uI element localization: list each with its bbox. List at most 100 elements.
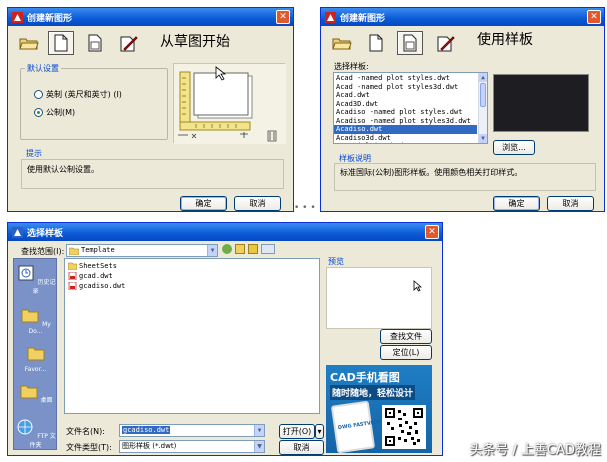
qr-code	[382, 405, 426, 449]
place-my-documents[interactable]: My Do...	[14, 307, 57, 335]
ad-banner[interactable]: CAD手机看图 随时随地，轻松设计 DWG FASTVIEW	[326, 365, 432, 453]
up-folder-icon[interactable]	[235, 244, 245, 254]
lookin-label: 查找范围(I):	[21, 247, 65, 256]
autocad-app-icon	[325, 11, 336, 23]
scroll-down-arrow[interactable]: ▼	[479, 134, 487, 143]
dialog-cancel-button[interactable]: 取消	[279, 440, 324, 455]
wizard-pencil-icon	[120, 36, 138, 52]
open-button[interactable]: 打开(O)	[279, 424, 315, 439]
select-template-dialog: 选择样板 ✕ 查找范围(I): Template ▼ 预览 历史记录 My Do…	[7, 222, 443, 456]
template-list-item[interactable]: Acadiso.dwt	[334, 125, 477, 134]
units-preview	[173, 63, 286, 144]
ok-button[interactable]: 确定	[180, 196, 227, 211]
filename-field[interactable]: gcadiso.dwt ▼	[119, 424, 265, 437]
locate-button[interactable]: 定位(L)	[380, 345, 432, 360]
hint-text: 使用默认公制设置。	[27, 165, 99, 174]
place-favorites[interactable]: Favor...	[14, 345, 57, 373]
documents-folder-icon	[21, 309, 39, 323]
create-drawing-dialog-default: 创建新图形 ✕ 从草图开始 默认设置 英制 (英尺和英寸) (I) 公制(M)	[7, 7, 294, 212]
close-button[interactable]: ✕	[425, 225, 439, 239]
template-list-item[interactable]: Acad -named plot styles3d.dwt	[334, 83, 477, 92]
place-history[interactable]: 历史记录	[14, 265, 57, 295]
radio-metric[interactable]: 公制(M)	[34, 107, 75, 118]
separator-dots: • • •	[294, 203, 316, 213]
scroll-up-arrow[interactable]: ▲	[479, 73, 487, 82]
start-from-scratch-toolbutton[interactable]	[363, 31, 389, 55]
file-row-dwt[interactable]: gcadiso.dwt	[68, 282, 125, 290]
paper-ruler-illustration	[174, 64, 286, 144]
radio-imperial[interactable]: 英制 (英尺和英寸) (I)	[34, 89, 122, 100]
filetype-label: 文件类型(T):	[66, 443, 112, 452]
folder-icon	[68, 262, 77, 270]
dialog-titlebar[interactable]: 选择样板	[8, 223, 442, 241]
browse-button[interactable]: 浏览...	[493, 140, 535, 155]
template-list-scrollbar[interactable]: ▲ ▼	[478, 73, 487, 143]
open-drawing-toolbutton[interactable]	[329, 31, 355, 55]
dialog-titlebar[interactable]: 创建新图形	[8, 8, 293, 26]
cancel-button[interactable]: 取消	[547, 196, 594, 211]
open-drawing-toolbutton[interactable]	[16, 31, 42, 55]
ok-button[interactable]: 确定	[493, 196, 540, 211]
ad-headline: CAD手机看图	[330, 371, 400, 384]
favorites-folder-icon	[27, 347, 44, 361]
mode-heading: 使用样板	[477, 32, 533, 48]
default-settings-label: 默认设置	[25, 63, 61, 74]
template-listbox[interactable]: Acad -named plot styles.dwt Acad -named p…	[333, 72, 488, 144]
select-template-label: 选择样板:	[334, 62, 369, 71]
template-list-item[interactable]: Acad3D.dwt	[334, 100, 477, 109]
blank-page-icon	[54, 34, 68, 52]
use-wizard-toolbutton[interactable]	[433, 31, 459, 55]
use-template-toolbutton[interactable]	[397, 31, 423, 55]
template-page-icon	[88, 34, 102, 52]
hint-panel: 使用默认公制设置。	[21, 159, 284, 189]
watermark-text: 头条号 / 上善CAD教程	[469, 443, 601, 458]
template-list-item[interactable]: Acadiso3d.dwt	[334, 134, 477, 143]
cancel-button[interactable]: 取消	[234, 196, 281, 211]
close-button[interactable]: ✕	[276, 10, 290, 24]
combo-arrow-icon[interactable]: ▼	[207, 245, 217, 256]
open-dropdown-button[interactable]: ▾	[315, 424, 324, 439]
use-template-toolbutton[interactable]	[82, 31, 108, 55]
file-list[interactable]: SheetSets gcad.dwt gcadiso.dwt	[64, 258, 320, 414]
views-menu-icon[interactable]	[261, 244, 275, 254]
file-name: gcadiso.dwt	[79, 282, 126, 290]
template-list-item[interactable]: Acad.dwt	[334, 91, 477, 100]
radio-imperial-dot[interactable]	[34, 90, 43, 99]
template-list: Acad -named plot styles.dwt Acad -named p…	[334, 74, 477, 143]
mode-heading: 从草图开始	[160, 34, 230, 50]
dialog-title: 创建新图形	[340, 13, 386, 24]
create-drawing-dialog-template: 创建新图形 ✕ 使用样板 选择样板: Acad -named plot styl…	[320, 7, 605, 212]
close-button[interactable]: ✕	[587, 10, 601, 24]
template-list-item[interactable]: Acad -named plot styles.dwt	[334, 74, 477, 83]
phone-image: DWG FASTVIEW	[330, 400, 382, 453]
file-name: SheetSets	[79, 262, 117, 270]
combo-arrow-icon[interactable]: ▼	[254, 441, 264, 452]
template-list-item[interactable]: Tutorial-iArch.dwt	[334, 142, 477, 143]
lookin-combo[interactable]: Template ▼	[66, 244, 218, 257]
file-row-dwt[interactable]: gcad.dwt	[68, 272, 113, 280]
filetype-combo[interactable]: 图形样板 (*.dwt) ▼	[119, 440, 265, 453]
place-desktop[interactable]: 桌面	[14, 383, 57, 404]
find-file-button[interactable]: 查找文件(F)...	[380, 329, 432, 354]
mouse-pointer-icon	[413, 280, 422, 292]
dialog-title: 选择样板	[27, 228, 64, 239]
dialog-titlebar[interactable]: 创建新图形	[321, 8, 604, 26]
back-icon[interactable]	[222, 244, 232, 254]
filetype-value: 图形样板 (*.dwt)	[122, 442, 177, 450]
file-row-folder[interactable]: SheetSets	[68, 262, 117, 270]
history-icon	[18, 265, 34, 281]
autocad-app-icon	[12, 226, 23, 238]
open-folder-icon	[332, 38, 352, 50]
place-ftp[interactable]: FTP 文件夹	[14, 419, 57, 449]
radio-metric-dot[interactable]	[34, 108, 43, 117]
open-folder-icon	[19, 38, 39, 50]
start-from-scratch-toolbutton[interactable]	[48, 31, 74, 55]
use-wizard-toolbutton[interactable]	[116, 31, 142, 55]
dwt-file-icon	[68, 282, 77, 290]
template-list-item[interactable]: Acadiso -named plot styles3d.dwt	[334, 117, 477, 126]
template-list-item[interactable]: Acadiso -named plot styles.dwt	[334, 108, 477, 117]
scroll-thumb[interactable]	[480, 83, 486, 107]
new-folder-icon[interactable]	[248, 244, 258, 254]
place-desktop-label: 桌面	[40, 397, 53, 404]
combo-arrow-icon[interactable]: ▼	[254, 425, 264, 436]
